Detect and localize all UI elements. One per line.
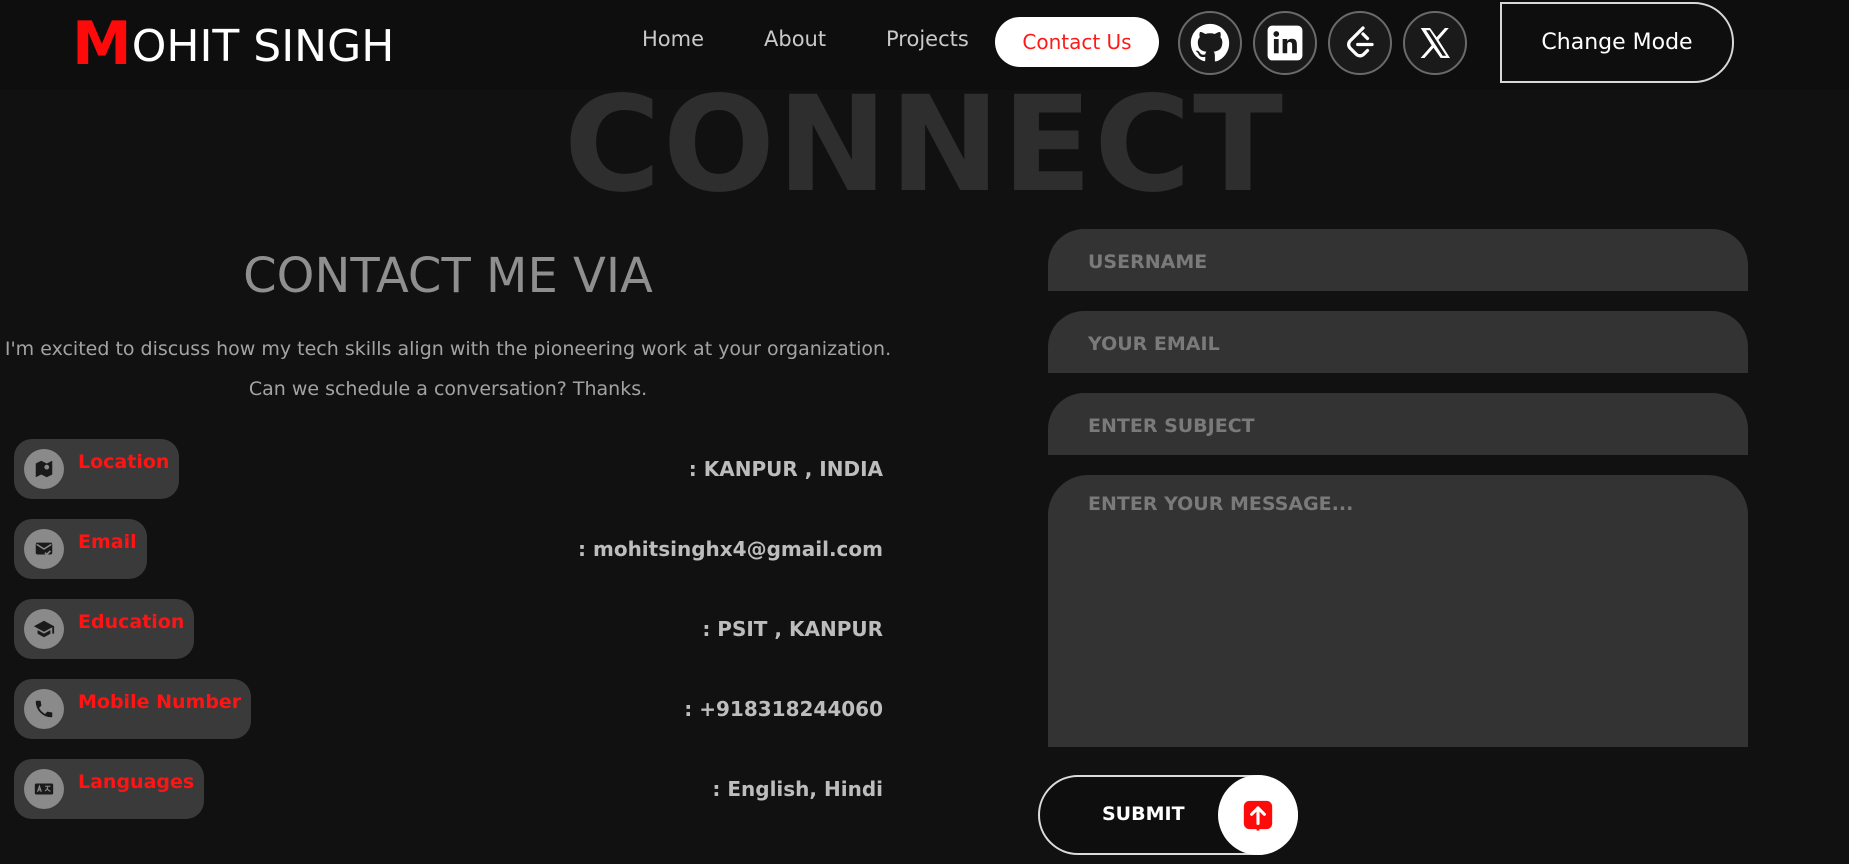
info-email-pill: Email xyxy=(14,519,147,579)
github-icon xyxy=(1190,23,1230,62)
info-email-value: : mohitsinghx4@gmail.com xyxy=(578,537,883,561)
x-icon xyxy=(1420,28,1450,58)
mail-check-icon xyxy=(24,529,64,569)
info-mobile-label: Mobile Number xyxy=(78,691,242,713)
info-mobile-pill: Mobile Number xyxy=(14,679,252,739)
linkedin-icon xyxy=(1267,25,1303,61)
intro-line-2: Can we schedule a conversation? Thanks. xyxy=(248,378,648,400)
info-email-label: Email xyxy=(78,531,137,553)
linkedin-link[interactable] xyxy=(1253,11,1317,75)
message-textarea[interactable] xyxy=(1048,475,1748,747)
info-languages-pill: Languages xyxy=(14,759,205,819)
info-location-value: : KANPUR , INDIA xyxy=(688,457,883,481)
info-location-pill: Location xyxy=(14,439,180,499)
contact-page: M OHIT SINGH Home About Projects Contact… xyxy=(0,0,1849,864)
info-education-value: : PSIT , KANPUR xyxy=(702,617,883,641)
leetcode-icon xyxy=(1347,26,1374,58)
nav-contact-us[interactable]: Contact Us xyxy=(995,17,1159,67)
submit-label: SUBMIT xyxy=(1102,803,1185,825)
brand-logo[interactable]: M OHIT SINGH xyxy=(72,10,394,74)
graduation-cap-icon xyxy=(24,609,64,649)
email-input[interactable] xyxy=(1048,311,1748,373)
x-link[interactable] xyxy=(1403,11,1467,75)
info-education-pill: Education xyxy=(14,599,195,659)
upload-icon xyxy=(1218,775,1298,855)
intro-line-1: I'm excited to discuss how my tech skill… xyxy=(4,338,892,360)
info-location-label: Location xyxy=(78,451,170,473)
username-input[interactable] xyxy=(1048,229,1748,291)
leetcode-link[interactable] xyxy=(1328,11,1392,75)
info-languages-label: Languages xyxy=(78,771,195,793)
submit-button[interactable]: SUBMIT xyxy=(1038,775,1298,855)
info-education-label: Education xyxy=(78,611,185,633)
nav-about[interactable]: About xyxy=(764,27,826,51)
contact-title: CONTACT ME VIA xyxy=(243,248,653,304)
subject-input[interactable] xyxy=(1048,393,1748,455)
brand-name: OHIT SINGH xyxy=(131,21,395,72)
github-link[interactable] xyxy=(1178,11,1242,75)
info-languages-value: : English, Hindi xyxy=(712,777,883,801)
info-mobile-value: : +918318244060 xyxy=(684,697,883,721)
phone-icon xyxy=(24,689,64,729)
translate-icon xyxy=(24,769,64,809)
brand-initial: M xyxy=(72,9,132,79)
nav-projects[interactable]: Projects xyxy=(886,27,969,51)
connect-heading: CONNECT xyxy=(563,68,1286,222)
nav-home[interactable]: Home xyxy=(642,27,704,51)
map-icon xyxy=(24,449,64,489)
